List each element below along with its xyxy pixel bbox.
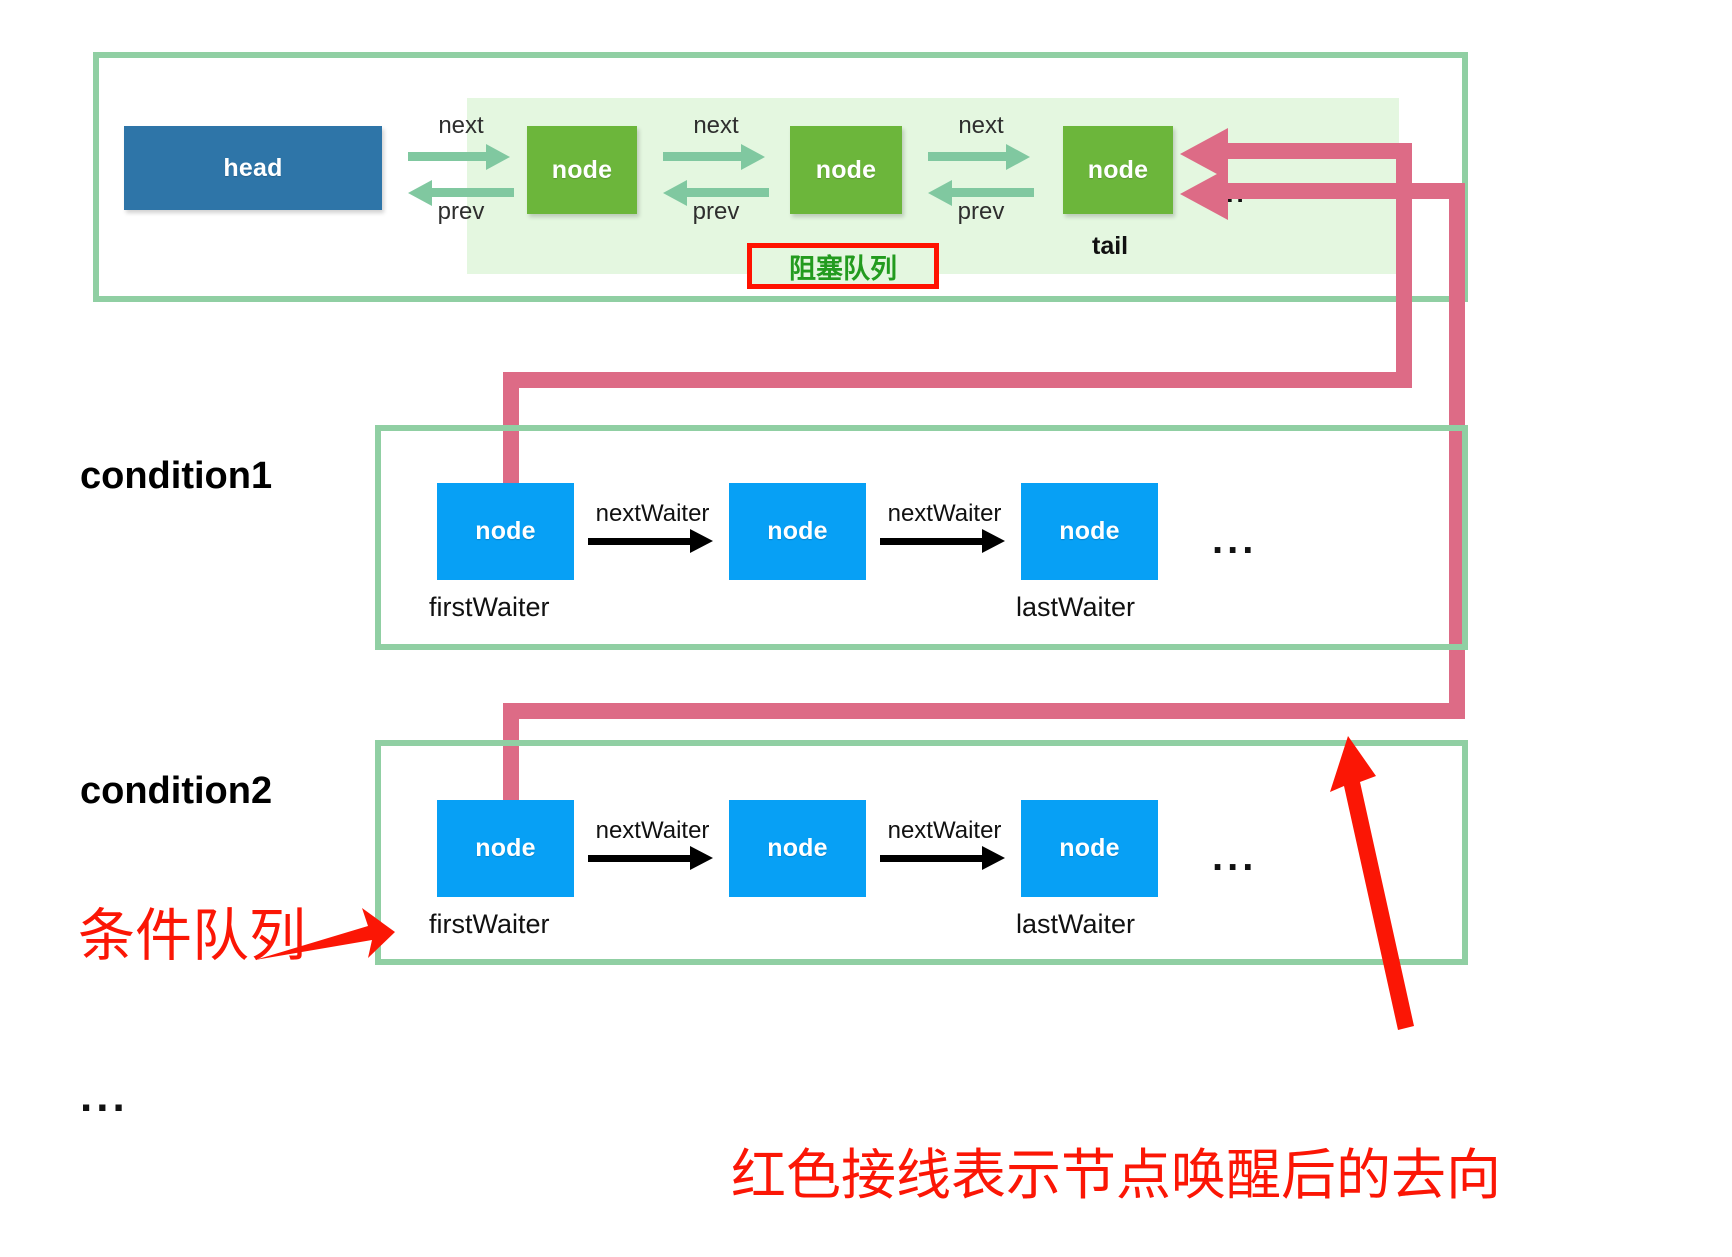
pink-path-upper-horizontal-2 <box>503 372 1412 388</box>
legend-annotation: 红色接线表示节点唤醒后的去向 <box>731 1143 1502 1207</box>
blocking-node-tail: node <box>1063 126 1173 214</box>
condition1-node-3: node <box>1021 483 1158 580</box>
condition2-ellipsis: ... <box>1212 835 1258 879</box>
condition2-node-1: node <box>437 800 574 897</box>
diagram-canvas: head next prev node next prev node next … <box>0 0 1732 1257</box>
pink-path-lower-horizontal-2 <box>503 703 1465 719</box>
condition1-firstwaiter-label: firstWaiter <box>429 592 550 622</box>
next-arrow-head-icon <box>741 144 765 170</box>
condition2-link-arrowhead-2-icon <box>982 846 1005 870</box>
blocking-queue-tag: 阻塞队列 <box>747 243 939 289</box>
next-arrow-shaft <box>663 152 745 161</box>
next-arrow-shaft <box>928 152 1010 161</box>
condition1-ellipsis: ... <box>1212 518 1258 562</box>
condition2-link-label-1: nextWaiter <box>595 817 710 844</box>
prev-arrow-shaft <box>687 188 769 197</box>
link-arrows-node2-to-tail: next prev <box>928 112 1034 225</box>
condition2-node-3: node <box>1021 800 1158 897</box>
condition1-title: condition1 <box>80 455 273 497</box>
condition1-node-1: node <box>437 483 574 580</box>
condition1-lastwaiter-label: lastWaiter <box>1016 592 1136 622</box>
link-arrows-head-to-node1: next prev <box>408 112 514 225</box>
blocking-node-1: node <box>527 126 637 214</box>
next-arrow-head-icon <box>486 144 510 170</box>
next-label: next <box>693 112 739 139</box>
next-label: next <box>438 112 484 139</box>
condition1-link-label-2: nextWaiter <box>887 500 1002 527</box>
prev-label: prev <box>437 198 485 225</box>
condition2-firstwaiter-label: firstWaiter <box>429 909 550 939</box>
condition2-lastwaiter-label: lastWaiter <box>1016 909 1136 939</box>
prev-label: prev <box>692 198 740 225</box>
condition-queue-annotation: 条件队列 <box>78 903 306 969</box>
condition2-link-shaft-2 <box>880 855 985 862</box>
head-box: head <box>124 126 382 210</box>
condition2-node-2: node <box>729 800 866 897</box>
next-arrow-head-icon <box>1006 144 1030 170</box>
more-conditions-ellipsis: ... <box>80 1072 129 1121</box>
pink-path-upper-vertical <box>1396 143 1412 372</box>
next-arrow-shaft <box>408 152 490 161</box>
condition1-link-arrowhead-1-icon <box>690 529 713 553</box>
condition1-link-arrowhead-2-icon <box>982 529 1005 553</box>
prev-arrow-shaft <box>952 188 1034 197</box>
condition2-link-label-2: nextWaiter <box>887 817 1002 844</box>
pink-arrowhead-lower-icon <box>1180 168 1228 220</box>
blocking-node-2: node <box>790 126 902 214</box>
condition2-link-arrowhead-1-icon <box>690 846 713 870</box>
pink-path-upper-horizontal <box>1222 143 1412 159</box>
condition1-link-shaft-2 <box>880 538 985 545</box>
link-arrows-node1-to-node2: next prev <box>663 112 769 225</box>
condition2-title: condition2 <box>80 770 273 812</box>
condition1-link-label-1: nextWaiter <box>595 500 710 527</box>
condition1-node-2: node <box>729 483 866 580</box>
prev-arrow-shaft <box>432 188 514 197</box>
pink-path-lower-horizontal <box>1222 183 1465 199</box>
tail-label: tail <box>1092 232 1129 260</box>
next-label: next <box>958 112 1004 139</box>
red-legend-arrow-icon <box>1330 736 1414 1030</box>
condition2-link-shaft-1 <box>588 855 693 862</box>
condition1-link-shaft-1 <box>588 538 693 545</box>
prev-label: prev <box>957 198 1005 225</box>
